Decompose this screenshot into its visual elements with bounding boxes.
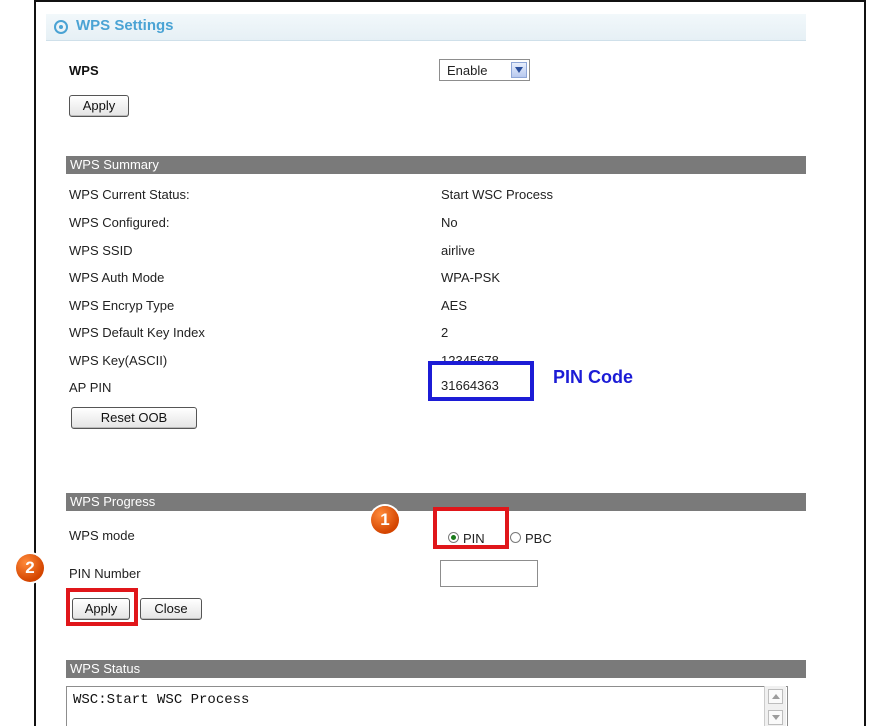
wps-status-textarea[interactable]: WSC:Start WSC Process <box>66 686 788 726</box>
summary-row-label: WPS Default Key Index <box>69 325 205 340</box>
chevron-down-icon[interactable] <box>511 62 527 78</box>
summary-row-label: WPS Current Status: <box>69 187 190 202</box>
wps-select-value: Enable <box>447 63 488 78</box>
summary-row-value: airlive <box>441 243 475 258</box>
summary-row-label: WPS SSID <box>69 243 133 258</box>
status-scrollbar[interactable] <box>764 686 786 726</box>
summary-row-label: WPS Key(ASCII) <box>69 353 168 368</box>
wps-status-text: WSC:Start WSC Process <box>73 692 250 708</box>
summary-row-value: No <box>441 215 458 230</box>
summary-row-value: WPA-PSK <box>441 270 500 285</box>
wps-mode-label: WPS mode <box>69 528 135 543</box>
wps-status-header: WPS Status <box>66 660 806 678</box>
wps-apply-button[interactable]: Apply <box>69 95 129 117</box>
wps-summary-header: WPS Summary <box>66 156 806 174</box>
wps-mode-pbc-label[interactable]: PBC <box>525 531 552 546</box>
page-title: WPS Settings <box>76 17 174 34</box>
pin-code-annotation: PIN Code <box>553 367 634 387</box>
step-2-badge: 2 <box>16 554 44 582</box>
frame-border-right <box>864 0 866 726</box>
progress-apply-button[interactable]: Apply <box>72 598 130 620</box>
wps-enable-select[interactable]: Enable <box>439 59 530 81</box>
wps-mode-pin-label[interactable]: PIN <box>463 531 485 546</box>
wps-mode-pbc-radio[interactable] <box>510 532 521 543</box>
reset-oob-button[interactable]: Reset OOB <box>71 407 197 429</box>
settings-gear-icon <box>54 20 68 34</box>
summary-row-label: WPS Auth Mode <box>69 270 165 285</box>
pin-code-highlight <box>428 361 534 401</box>
frame-border-left <box>34 0 36 726</box>
summary-row-label: AP PIN <box>69 380 112 395</box>
wps-label: WPS <box>69 63 99 78</box>
summary-row-value: 2 <box>441 325 449 340</box>
settings-header: WPS Settings <box>46 14 806 41</box>
scroll-down-icon[interactable] <box>768 710 783 725</box>
progress-close-button[interactable]: Close <box>140 598 202 620</box>
frame-border-top <box>34 0 866 2</box>
pin-number-input[interactable] <box>440 560 538 587</box>
summary-row-label: WPS Encryp Type <box>69 298 175 313</box>
scroll-up-icon[interactable] <box>768 689 783 704</box>
wps-mode-pin-radio[interactable] <box>448 532 459 543</box>
summary-row-label: WPS Configured: <box>69 215 170 230</box>
step-1-badge: 1 <box>371 506 399 534</box>
summary-row-value: AES <box>441 298 468 313</box>
pin-number-label: PIN Number <box>69 566 141 581</box>
summary-row-value: Start WSC Process <box>441 187 553 202</box>
